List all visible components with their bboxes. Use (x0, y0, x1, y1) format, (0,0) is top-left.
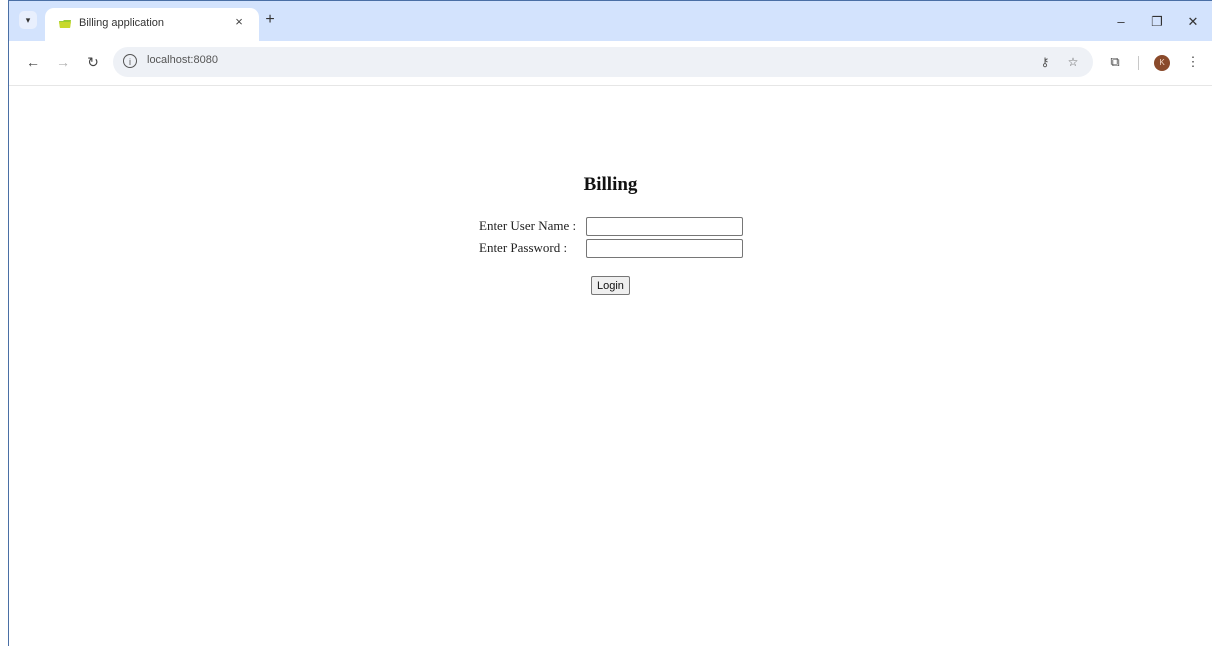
forward-button[interactable]: → (53, 52, 73, 72)
password-key-icon[interactable]: ⚷ (1035, 52, 1055, 72)
url-text[interactable]: localhost:8080 (147, 54, 218, 66)
password-input[interactable] (586, 239, 743, 258)
kebab-menu-icon[interactable]: ⋮ (1183, 52, 1203, 72)
profile-avatar[interactable]: K (1154, 55, 1170, 71)
tab-close-icon[interactable]: × (231, 14, 247, 30)
chevron-down-icon: ▾ (25, 15, 31, 25)
tab-strip: ▾ Billing application × + – ❐ ✕ (9, 1, 1212, 41)
tab-title: Billing application (79, 17, 164, 29)
extensions-icon[interactable]: ⧉ (1105, 52, 1125, 72)
minimize-button[interactable]: – (1111, 12, 1131, 32)
toolbar-divider (1138, 56, 1139, 70)
browser-tab-active[interactable]: Billing application × (45, 8, 259, 41)
page-title: Billing (583, 174, 638, 195)
page-content: Billing Enter User Name : Enter Password… (9, 86, 1212, 647)
password-label: Enter Password : (479, 240, 568, 255)
browser-window: ▾ Billing application × + – ❐ ✕ ← → ↻ i … (8, 0, 1212, 647)
folder-favicon-icon (59, 20, 71, 28)
username-label: Enter User Name : (479, 218, 577, 233)
close-window-button[interactable]: ✕ (1183, 12, 1203, 32)
browser-toolbar: ← → ↻ i localhost:8080 ⚷ ☆ ⧉ K ⋮ (9, 41, 1212, 86)
new-tab-button[interactable]: + (261, 11, 279, 29)
bookmark-star-icon[interactable]: ☆ (1063, 52, 1083, 72)
back-button[interactable]: ← (23, 52, 43, 72)
tab-search-button[interactable]: ▾ (19, 11, 37, 29)
username-input[interactable] (586, 217, 743, 236)
site-info-icon[interactable]: i (123, 54, 137, 68)
reload-button[interactable]: ↻ (83, 52, 103, 72)
restore-button[interactable]: ❐ (1147, 12, 1167, 32)
login-button[interactable]: Login (591, 276, 630, 295)
address-bar[interactable]: i localhost:8080 ⚷ ☆ (113, 47, 1093, 77)
